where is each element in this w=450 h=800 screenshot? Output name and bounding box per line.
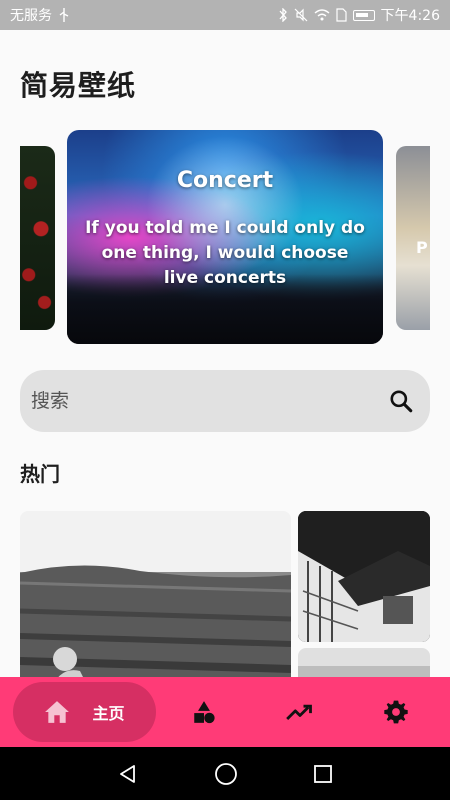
featured-carousel[interactable]: Concert If you told me I could only do o…	[0, 130, 450, 348]
carousel-card-wall[interactable]: P	[396, 146, 430, 330]
bottom-navigation: 主页	[0, 677, 450, 747]
mute-icon	[294, 8, 307, 22]
hot-section-title: 热门	[20, 462, 60, 486]
search-input[interactable]	[31, 390, 386, 412]
back-icon[interactable]	[117, 763, 139, 785]
home-icon	[45, 701, 70, 723]
nav-home-label: 主页	[92, 704, 125, 723]
tile-lavender-art	[20, 565, 291, 691]
search-bar[interactable]	[20, 370, 430, 432]
search-icon[interactable]	[386, 386, 416, 416]
shapes-icon	[194, 701, 215, 724]
carousel-card-roses[interactable]	[20, 146, 55, 330]
status-left: 无服务	[10, 5, 70, 25]
home-circle-icon[interactable]	[214, 762, 238, 786]
carousel-card-peek-label: P	[416, 238, 428, 257]
wallpaper-tile-house[interactable]	[298, 511, 430, 642]
bluetooth-icon	[279, 8, 287, 22]
wallpaper-tile-lavender[interactable]	[20, 511, 291, 691]
status-bar: 无服务 下午4:26	[0, 0, 450, 30]
status-right: 下午4:26	[278, 5, 440, 25]
gear-icon	[384, 700, 408, 724]
nav-item-settings[interactable]	[348, 682, 444, 742]
recents-icon[interactable]	[313, 764, 333, 784]
sim-icon	[335, 8, 347, 22]
carousel-card-concert[interactable]: Concert If you told me I could only do o…	[67, 130, 383, 344]
battery-icon	[352, 9, 375, 21]
nav-item-home[interactable]: 主页	[13, 682, 156, 742]
nav-item-categories[interactable]	[156, 682, 252, 742]
carrier-text: 无服务	[10, 8, 52, 24]
tile-house-art	[298, 511, 430, 642]
trending-up-icon	[286, 704, 312, 720]
carousel-card-subtitle: If you told me I could only do one thing…	[85, 218, 365, 288]
carousel-card-title: Concert	[176, 168, 274, 193]
wifi-icon	[314, 9, 330, 21]
nav-item-trending[interactable]	[252, 682, 348, 742]
page-title: 简易壁纸	[20, 69, 137, 102]
usb-icon	[59, 8, 69, 22]
clock-text: 下午4:26	[380, 8, 440, 24]
system-navigation-bar	[0, 747, 450, 800]
